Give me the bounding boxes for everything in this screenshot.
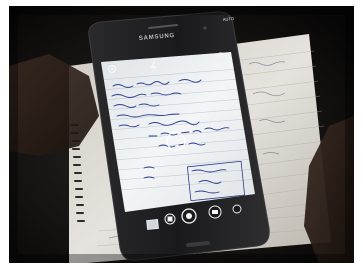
record-icon[interactable] [164, 213, 176, 225]
mode-label: AUTO [223, 16, 234, 22]
mode-icon[interactable] [208, 205, 222, 219]
camera-shutter-icon[interactable] [181, 208, 197, 224]
photo-frame: SAMSUNG AUTO [9, 6, 354, 263]
photo-scene: SAMSUNG AUTO [9, 6, 354, 263]
shutter-settings-icon[interactable] [232, 204, 242, 214]
front-camera [203, 26, 207, 30]
gallery-thumbnail[interactable] [146, 218, 159, 230]
